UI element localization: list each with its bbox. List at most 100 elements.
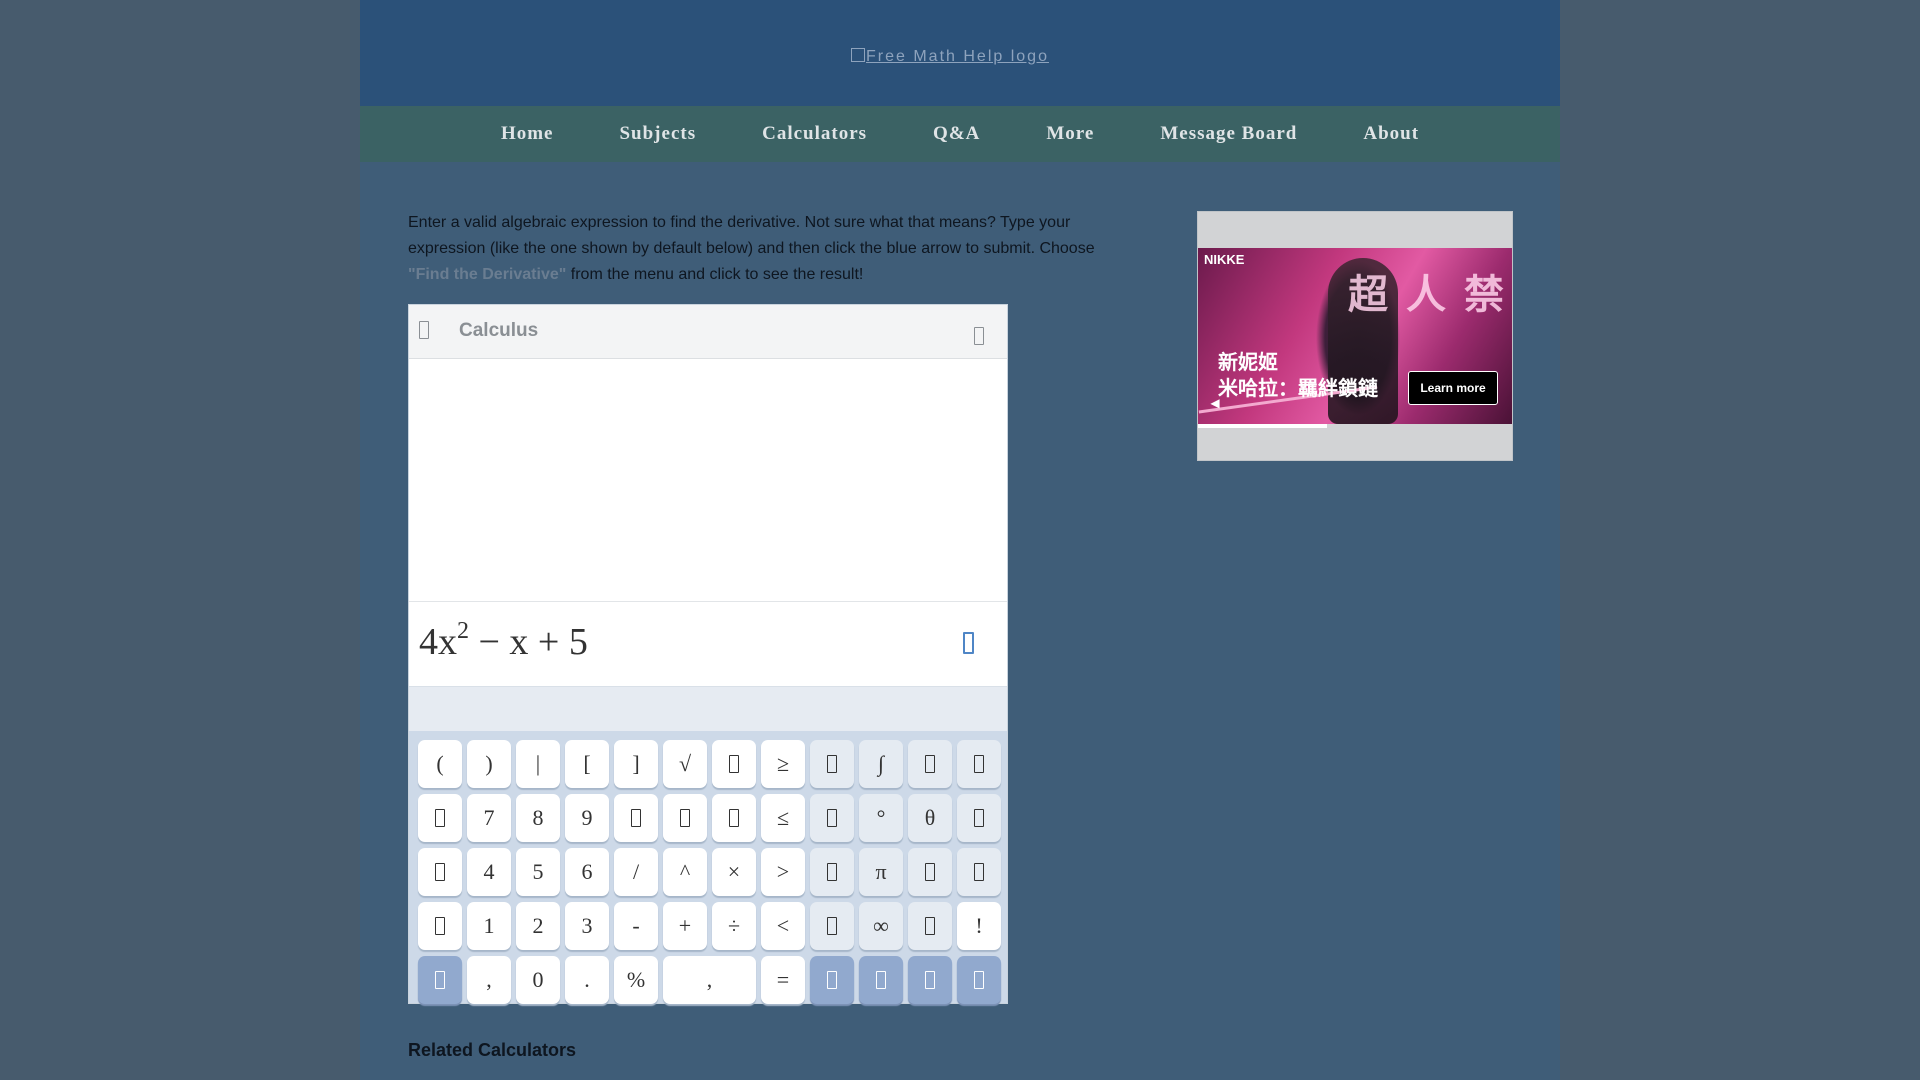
keypad-key[interactable]: , [663, 956, 756, 1004]
keypad-key[interactable]: θ [908, 794, 952, 842]
keypad-key[interactable]: = [761, 956, 805, 1004]
advertisement[interactable]: 超人禁準 NIKKE 新妮姬 米哈拉：羈絆鎖鏈 ◀ Learn more [1197, 211, 1513, 461]
menu-icon[interactable] [419, 321, 429, 339]
keypad-key[interactable]: 1 [467, 902, 511, 950]
keypad-key[interactable]: π [859, 848, 903, 896]
keypad-key[interactable]: + [663, 902, 707, 950]
calculator-widget: Calculus 4x2 − x + 5 () |[] √ ≥ ∫ 7 8 9 ≤ ° θ 4 5 6/^… [408, 304, 1008, 1004]
keypad-key[interactable]: 8 [516, 794, 560, 842]
submit-arrow-icon[interactable] [963, 632, 974, 654]
cursor-left-key[interactable] [810, 956, 854, 1004]
keypad-key[interactable]: ! [957, 902, 1001, 950]
keypad-key[interactable]: ≤ [761, 794, 805, 842]
nav-item-calculators[interactable]: Calculators [762, 123, 867, 145]
page-container: Free Math Help logo Home Subjects Calculat… [360, 0, 1560, 1080]
expression-rest: − x + 5 [469, 621, 588, 663]
keypad-key[interactable]: × [712, 848, 756, 896]
expression-text[interactable]: 4x2 − x + 5 [419, 618, 588, 664]
keypad-key[interactable]: 5 [516, 848, 560, 896]
sum-key[interactable] [908, 848, 952, 896]
keypad-key[interactable]: 6 [565, 848, 609, 896]
keypad-key[interactable]: ) [467, 740, 511, 788]
keypad-key[interactable]: % [614, 956, 658, 1004]
keypad-key[interactable]: ÷ [712, 902, 756, 950]
widget-title[interactable]: Calculus [459, 320, 538, 342]
nav-item-home[interactable]: Home [501, 123, 554, 145]
keypad-key[interactable]: 0 [516, 956, 560, 1004]
find-derivative-link[interactable]: "Find the Derivative" [408, 266, 566, 283]
keypad-key[interactable]: ( [418, 740, 462, 788]
keypad-key[interactable]: , [467, 956, 511, 1004]
trig-icon [827, 917, 837, 935]
matrix-key[interactable] [957, 848, 1001, 896]
variable-z-key[interactable] [418, 902, 462, 950]
log-key[interactable] [810, 740, 854, 788]
nth-root-key[interactable] [712, 740, 756, 788]
keypad-key[interactable]: - [614, 902, 658, 950]
fraction-key[interactable] [614, 794, 658, 842]
keypad-key[interactable]: > [761, 848, 805, 896]
keypad-key[interactable]: 9 [565, 794, 609, 842]
log-icon [827, 755, 837, 773]
ad-subtitle-line1: 新妮姬 [1218, 350, 1278, 374]
keypad-key[interactable]: ° [859, 794, 903, 842]
settings-icon[interactable] [974, 327, 984, 345]
limit-icon [974, 809, 984, 827]
keypad-key[interactable]: ∫ [859, 740, 903, 788]
ad-learn-more-button[interactable]: Learn more [1408, 371, 1498, 405]
suggestion-bar [409, 687, 1007, 731]
backspace-key[interactable] [908, 956, 952, 1004]
ad-brand: NIKKE [1204, 252, 1245, 267]
variable-y-key[interactable] [418, 848, 462, 896]
logo-alt-text: Free Math Help logo [866, 48, 1049, 65]
keypad-key[interactable]: ∞ [859, 902, 903, 950]
keypad-key[interactable]: 3 [565, 902, 609, 950]
keypad-key[interactable]: 2 [516, 902, 560, 950]
keypad-key[interactable]: ] [614, 740, 658, 788]
ln-key[interactable] [810, 794, 854, 842]
keypad-key[interactable]: / [614, 848, 658, 896]
mute-icon[interactable]: ◀ [1208, 396, 1222, 410]
limit-key[interactable] [957, 794, 1001, 842]
nav-item-more[interactable]: More [1046, 123, 1094, 145]
nav-item-about[interactable]: About [1363, 123, 1419, 145]
derivative-key[interactable] [957, 740, 1001, 788]
nav-item-message-board[interactable]: Message Board [1160, 123, 1297, 145]
exponential-key[interactable] [810, 848, 854, 896]
definite-integral-key[interactable] [908, 740, 952, 788]
backspace-icon [925, 971, 935, 989]
nav-item-subjects[interactable]: Subjects [619, 123, 696, 145]
cursor-left-icon [827, 971, 837, 989]
keypad-key[interactable]: [ [565, 740, 609, 788]
keypad-key[interactable]: 4 [467, 848, 511, 896]
subscript-key[interactable] [712, 794, 756, 842]
cursor-right-key[interactable] [859, 956, 903, 1004]
expression-exponent: 2 [457, 618, 469, 644]
enter-key[interactable] [957, 956, 1001, 1004]
keypad-key[interactable]: . [565, 956, 609, 1004]
power-key[interactable] [663, 794, 707, 842]
definite-integral-icon [925, 755, 935, 773]
keypad-key[interactable]: | [516, 740, 560, 788]
expression-term: 4x [419, 621, 457, 663]
subscript-icon [729, 809, 739, 827]
keypad-key[interactable]: ≥ [761, 740, 805, 788]
keypad-key[interactable]: ^ [663, 848, 707, 896]
expression-input[interactable]: 4x2 − x + 5 [409, 602, 1007, 687]
abc-keyboard-key[interactable] [418, 956, 462, 1004]
main-nav: Home Subjects Calculators Q&A More Message Bo… [360, 106, 1560, 162]
keypad-key[interactable]: 7 [467, 794, 511, 842]
variable-x-key[interactable] [418, 794, 462, 842]
site-logo[interactable]: Free Math Help logo [851, 48, 1049, 66]
imaginary-key[interactable] [908, 902, 952, 950]
nav-item-q-a[interactable]: Q&A [933, 123, 980, 145]
keypad-key[interactable]: < [761, 902, 805, 950]
matrix-icon [974, 863, 984, 881]
sum-icon [925, 863, 935, 881]
ln-icon [827, 809, 837, 827]
derivative-icon [974, 755, 984, 773]
trig-key[interactable] [810, 902, 854, 950]
keypad-key[interactable]: √ [663, 740, 707, 788]
ad-progress-bar [1198, 424, 1327, 428]
ad-creative[interactable]: 超人禁準 NIKKE 新妮姬 米哈拉：羈絆鎖鏈 ◀ Learn more [1198, 248, 1512, 424]
